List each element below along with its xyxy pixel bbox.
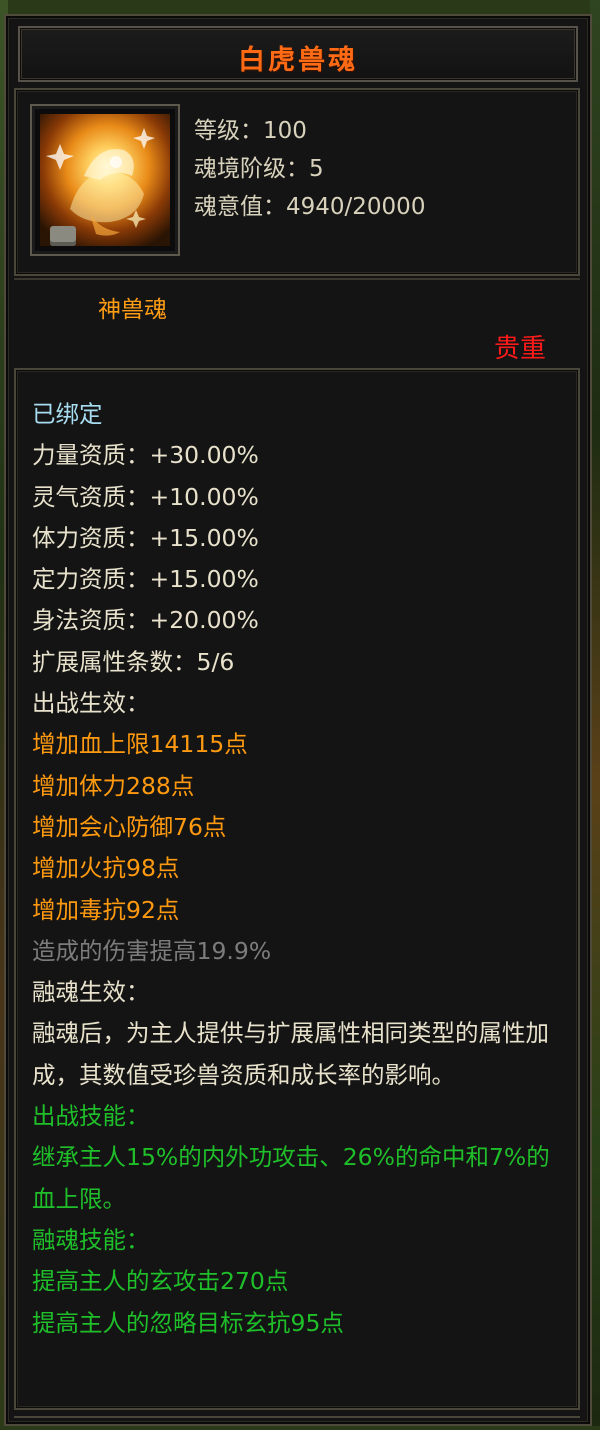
battle-effect-poison-resist: 增加毒抗92点 — [32, 895, 180, 924]
fusion-effect-header: 融魂生效： — [32, 978, 150, 1007]
battle-effect-fire-resist: 增加火抗98点 — [32, 854, 180, 883]
battle-effect-header: 出战生效： — [32, 689, 150, 718]
item-type-label: 神兽魂 — [98, 297, 167, 323]
battle-effect-hp: 增加血上限14115点 — [32, 730, 248, 759]
fusion-skill-mystic-attack: 提高主人的玄攻击270点 — [32, 1267, 289, 1296]
white-tiger-soul-icon — [40, 114, 170, 246]
aptitude-spirit: 灵气资质：+10.00% — [32, 482, 259, 511]
item-stats: 等级：100 魂境阶级：5 魂意值：4940/20000 — [194, 112, 425, 226]
attributes-panel: 已绑定 力量资质：+30.00% 灵气资质：+10.00% 体力资质：+15.0… — [14, 368, 580, 1410]
battle-effect-stamina: 增加体力288点 — [32, 771, 195, 800]
fusion-skill-ignore-resist: 提高主人的忽略目标玄抗95点 — [32, 1308, 344, 1337]
aptitude-stamina: 体力资质：+15.00% — [32, 523, 259, 552]
item-icon-frame[interactable] — [30, 104, 180, 256]
aptitude-agility: 身法资质：+20.00% — [32, 606, 259, 635]
soul-value-stat: 魂意值：4940/20000 — [194, 194, 426, 220]
item-title: 白虎兽魂 — [238, 45, 358, 76]
item-tooltip: 白虎兽魂 等级：100 魂境阶级：5 魂意值：4940/20000 神兽魂 贵重… — [4, 14, 592, 1426]
battle-skill-description: 继承主人15%的内外功攻击、26%的命中和7%的血上限。 — [32, 1143, 550, 1213]
item-type-section: 神兽魂 贵重 — [14, 278, 580, 366]
extended-attribute-count: 扩展属性条数：5/6 — [32, 647, 235, 676]
bound-status: 已绑定 — [32, 400, 103, 428]
fusion-effect-description: 融魂后，为主人提供与扩展属性相同类型的属性加成，其数值受珍兽资质和成长率的影响。 — [32, 1019, 549, 1089]
fusion-skill-header: 融魂技能： — [32, 1225, 150, 1254]
title-bar: 白虎兽魂 — [18, 26, 578, 82]
soul-rank-stat: 魂境阶级：5 — [194, 156, 324, 182]
level-stat: 等级：100 — [194, 118, 307, 144]
tooltip-bottom-border — [14, 1416, 580, 1430]
aptitude-strength: 力量资质：+30.00% — [32, 441, 259, 470]
battle-effect-crit-defense: 增加会心防御76点 — [32, 812, 227, 841]
rarity-label: 贵重 — [493, 334, 546, 364]
aptitude-focus: 定力资质：+15.00% — [32, 565, 259, 594]
lock-icon — [50, 226, 76, 246]
item-header: 等级：100 魂境阶级：5 魂意值：4940/20000 — [14, 88, 580, 276]
battle-skill-header: 出战技能： — [32, 1102, 150, 1131]
damage-bonus-line: 造成的伤害提高19.9% — [32, 936, 272, 965]
